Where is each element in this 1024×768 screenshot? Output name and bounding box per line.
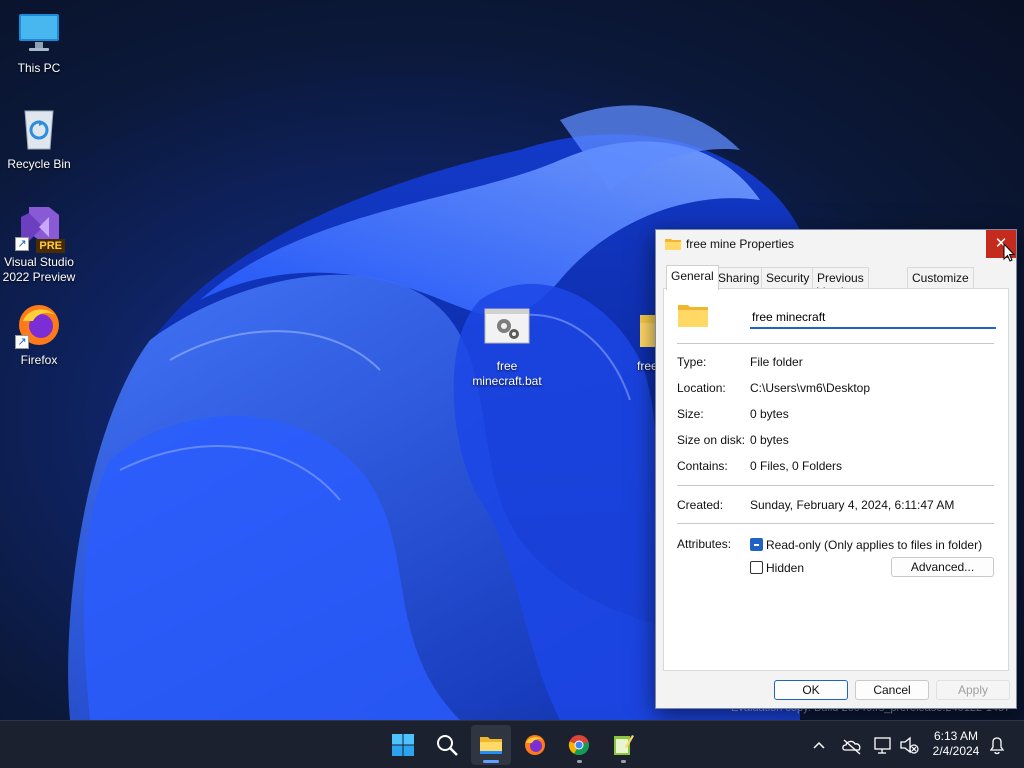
start-icon <box>392 734 414 756</box>
ok-button[interactable]: OK <box>774 680 848 700</box>
type-label: Type: <box>677 355 707 369</box>
general-tab-panel: Type: File folder Location: C:\Users\vm6… <box>663 288 1009 671</box>
divider <box>677 343 994 344</box>
hidden-checkbox[interactable] <box>750 561 763 574</box>
desktop-icon-free-minecraft-bat[interactable]: free minecraft.bat <box>469 307 545 389</box>
active-indicator <box>483 760 499 763</box>
chrome-icon <box>568 735 589 756</box>
size-on-disk-value: 0 bytes <box>750 433 789 447</box>
volume-muted-icon <box>900 736 919 754</box>
taskbar-clock[interactable]: 6:13 AM 2/4/2024 <box>928 729 984 759</box>
mouse-cursor-icon <box>1003 243 1015 262</box>
search-icon <box>437 735 458 756</box>
desktop-icon-recycle-bin[interactable]: Recycle Bin <box>1 105 77 172</box>
volume-tray-button[interactable] <box>898 721 920 768</box>
monitor-icon <box>15 9 63 57</box>
read-only-checkbox[interactable] <box>750 538 763 551</box>
taskbar-notepad[interactable] <box>603 725 643 765</box>
search-button[interactable] <box>427 725 467 765</box>
apply-button[interactable]: Apply <box>936 680 1010 700</box>
cloud-offline-icon <box>842 739 861 755</box>
desktop-icon-label: free minecraft.bat <box>472 359 542 388</box>
taskbar-file-explorer[interactable] <box>471 725 511 765</box>
network-icon <box>874 737 891 754</box>
running-indicator <box>621 760 626 763</box>
tab-sharing[interactable]: Sharing <box>713 267 765 289</box>
clock-date: 2/4/2024 <box>932 744 980 758</box>
location-label: Location: <box>677 381 726 395</box>
desktop-icon-this-pc[interactable]: This PC <box>1 9 77 76</box>
attributes-label: Attributes: <box>677 537 732 551</box>
contains-label: Contains: <box>677 459 728 473</box>
created-value: Sunday, February 4, 2024, 6:11:47 AM <box>750 498 955 512</box>
location-value: C:\Users\vm6\Desktop <box>750 381 871 395</box>
desktop-icon-label: free <box>637 359 656 373</box>
notifications-button[interactable] <box>987 721 1007 768</box>
shortcut-arrow-icon: ↗ <box>15 335 29 349</box>
tab-security[interactable]: Security <box>761 267 815 289</box>
title-bar[interactable]: free mine Properties ✕ <box>656 230 1016 258</box>
folder-name-input[interactable] <box>750 307 996 329</box>
batch-file-icon <box>483 307 531 355</box>
firefox-icon <box>525 735 545 755</box>
notepad-icon <box>614 735 634 755</box>
properties-dialog: free mine Properties ✕ General Sharing S… <box>655 229 1017 709</box>
folder-icon <box>678 305 708 327</box>
desktop-icon-label: This PC <box>17 61 61 75</box>
size-on-disk-label: Size on disk: <box>677 433 746 447</box>
show-hidden-icons-button[interactable] <box>809 721 829 768</box>
shortcut-arrow-icon: ↗ <box>15 237 29 251</box>
desktop-icon-visual-studio[interactable]: PRE ↗ Visual Studio 2022 Preview <box>1 203 77 285</box>
hidden-label: Hidden <box>766 561 805 575</box>
file-explorer-icon <box>480 737 502 754</box>
running-indicator <box>577 760 582 763</box>
cancel-button[interactable]: Cancel <box>855 680 929 700</box>
desktop-icon-label: Recycle Bin <box>7 157 71 171</box>
taskbar-chrome[interactable] <box>559 725 599 765</box>
tab-previous-versions[interactable]: Previous Versions <box>812 267 869 299</box>
divider <box>677 485 994 486</box>
bell-icon <box>989 737 1005 755</box>
contains-value: 0 Files, 0 Folders <box>750 459 843 473</box>
taskbar-firefox[interactable] <box>515 725 555 765</box>
start-button[interactable] <box>383 725 423 765</box>
visual-studio-icon: PRE ↗ <box>15 203 65 253</box>
clock-time: 6:13 AM <box>933 729 979 743</box>
created-label: Created: <box>677 498 724 512</box>
desktop-icon-free-folder[interactable]: free <box>616 307 656 374</box>
type-value: File folder <box>750 355 803 369</box>
onedrive-tray-button[interactable] <box>840 721 864 768</box>
tab-customize[interactable]: Customize <box>907 267 974 289</box>
preview-badge: PRE <box>36 239 65 253</box>
desktop-icon-label: Firefox <box>20 353 58 367</box>
folder-icon <box>638 307 656 355</box>
tab-general[interactable]: General <box>666 265 719 290</box>
network-tray-button[interactable] <box>872 721 894 768</box>
size-value: 0 bytes <box>750 407 789 421</box>
firefox-icon: ↗ <box>15 301 63 349</box>
advanced-button[interactable]: Advanced... <box>891 557 994 577</box>
chevron-up-icon <box>813 741 825 749</box>
size-label: Size: <box>677 407 704 421</box>
divider <box>677 523 994 524</box>
recycle-bin-icon <box>15 105 63 153</box>
taskbar: 6:13 AM 2/4/2024 <box>0 720 1024 768</box>
desktop-icon-label: Visual Studio 2022 Preview <box>2 255 76 284</box>
desktop-icon-firefox[interactable]: ↗ Firefox <box>1 301 77 368</box>
window-title: free mine Properties <box>686 237 795 251</box>
read-only-label: Read-only (Only applies to files in fold… <box>766 538 983 552</box>
folder-icon <box>665 239 681 250</box>
